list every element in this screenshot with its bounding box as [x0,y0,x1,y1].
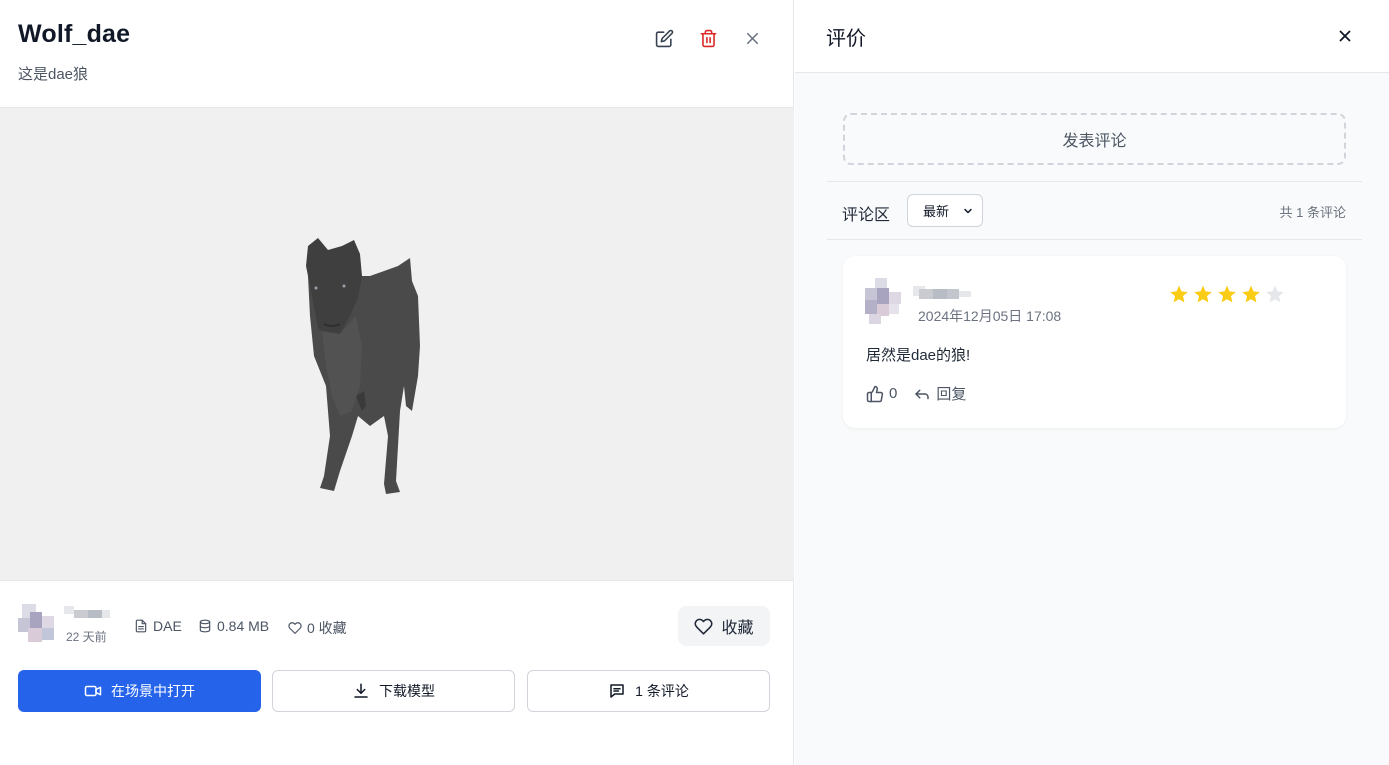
model-detail-panel: Wolf_dae 这是dae狼 22 天前 DAE 0.84 MB 0 收藏 收… [0,0,794,765]
edit-icon [655,29,673,47]
model-header: Wolf_dae 这是dae狼 [0,0,794,108]
comment-actions: 0 回复 [866,383,966,404]
file-format-label: DAE [153,618,182,634]
heart-icon [288,622,302,634]
edit-button[interactable] [650,24,678,52]
close-icon [746,32,758,44]
model-title: Wolf_dae [18,20,131,48]
thumbs-up-icon [866,385,884,402]
favorite-button[interactable]: 收藏 [678,606,770,646]
chevron-down-icon [964,208,972,214]
close-reviews-button[interactable] [1331,22,1359,50]
model-3d-viewer[interactable] [0,108,794,581]
wolf-model-render [306,238,420,494]
database-icon [199,619,211,633]
delete-button[interactable] [694,24,722,52]
comments-button-label: 1 条评论 [635,683,689,699]
star-filled-icon [1218,285,1236,303]
sort-selected-value: 最新 [923,204,950,219]
comments-button[interactable]: 1 条评论 [527,670,770,712]
message-icon [610,684,624,698]
close-icon [1339,30,1351,42]
reply-label: 回复 [936,386,967,403]
like-count: 0 [889,385,898,402]
comment-text: 居然是dae的狼! [866,347,971,364]
star-filled-icon [1242,285,1260,303]
file-format: DAE [134,618,182,634]
upload-time: 22 天前 [66,630,107,644]
reply-button[interactable]: 回复 [913,383,966,404]
star-empty-icon [1266,285,1284,303]
favorite-count: 0 收藏 [288,618,347,638]
reviews-panel: 评价 发表评论 评论区 最新 共 1 条评论 2024年12月05日 17:08… [795,0,1389,765]
heart-icon [694,618,714,635]
reviews-title: 评价 [826,28,866,50]
close-model-button[interactable] [738,24,766,52]
comment-rating [1169,284,1289,304]
comment-card: 2024年12月05日 17:08 居然是dae的狼! 0 回复 [843,256,1346,428]
divider [827,181,1362,182]
download-model-label: 下载模型 [379,683,435,699]
video-icon [84,685,102,697]
download-model-button[interactable]: 下载模型 [272,670,515,712]
like-button[interactable]: 0 [866,385,897,403]
star-filled-icon [1170,285,1188,303]
reviews-header: 评价 [795,0,1389,73]
comment-total: 共 1 条评论 [1279,205,1346,220]
divider [827,239,1362,240]
author-avatar[interactable] [18,604,56,646]
open-in-scene-button[interactable]: 在场景中打开 [18,670,261,712]
model-description: 这是dae狼 [18,66,89,83]
download-icon [354,683,368,698]
favorite-count-label: 0 收藏 [307,620,347,636]
comment-date: 2024年12月05日 17:08 [918,308,1062,324]
post-comment-button[interactable]: 发表评论 [843,113,1346,165]
model-meta-row: 22 天前 DAE 0.84 MB 0 收藏 收藏 [18,604,770,648]
file-icon [135,619,147,633]
file-size-label: 0.84 MB [217,618,270,634]
star-filled-icon [1194,285,1212,303]
reply-icon [915,389,930,399]
trash-icon [700,29,716,47]
open-in-scene-label: 在场景中打开 [111,683,195,699]
commenter-avatar[interactable] [865,278,901,326]
file-size: 0.84 MB [198,618,269,634]
favorite-button-label: 收藏 [721,620,754,637]
commenter-name-blurred [913,286,973,300]
sort-select[interactable]: 最新 [907,194,983,227]
author-name-blurred [64,606,110,618]
comment-section-label: 评论区 [842,207,891,224]
